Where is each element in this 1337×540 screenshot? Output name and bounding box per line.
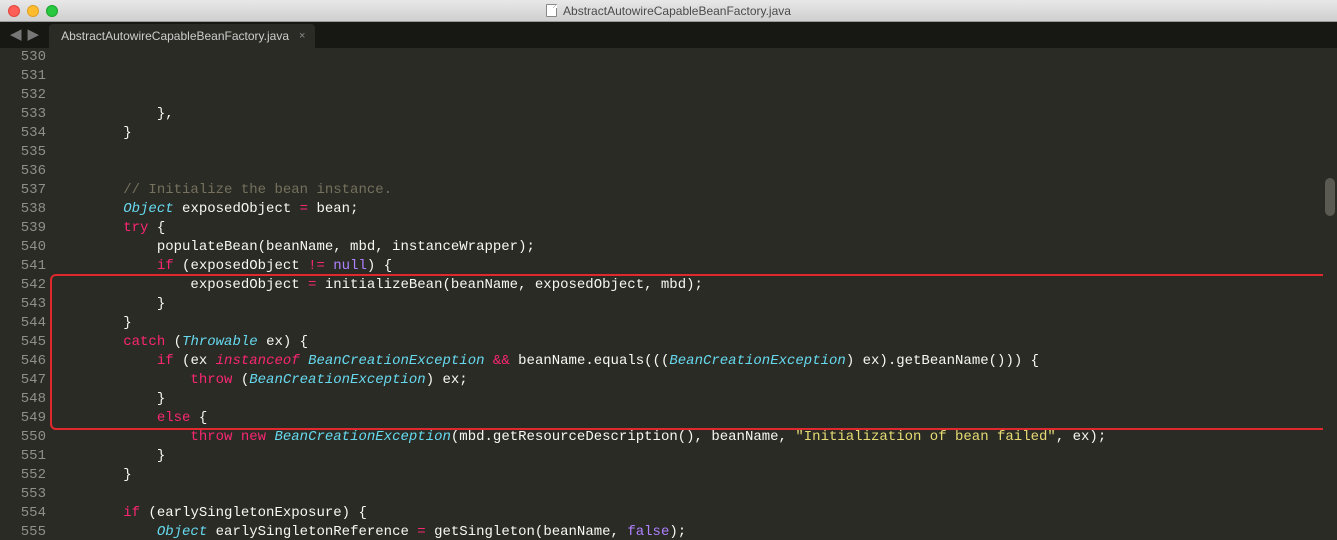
code-line[interactable] [56,485,1337,504]
line-number: 545 [0,333,46,352]
scrollbar-thumb[interactable] [1325,178,1335,216]
code-line[interactable]: } [56,390,1337,409]
code-line[interactable]: exposedObject = initializeBean(beanName,… [56,276,1337,295]
code-line[interactable]: if (ex instanceof BeanCreationException … [56,352,1337,371]
line-number: 544 [0,314,46,333]
line-number: 552 [0,466,46,485]
line-number: 542 [0,276,46,295]
line-number: 555 [0,523,46,540]
code-line[interactable]: // Initialize the bean instance. [56,181,1337,200]
code-line[interactable]: else { [56,409,1337,428]
line-number: 538 [0,200,46,219]
forward-button[interactable]: ▶ [28,25,40,44]
line-number: 537 [0,181,46,200]
code-line[interactable]: try { [56,219,1337,238]
code-line[interactable] [56,143,1337,162]
line-number: 547 [0,371,46,390]
code-line[interactable]: throw (BeanCreationException) ex; [56,371,1337,390]
line-number: 551 [0,447,46,466]
window-titlebar: AbstractAutowireCapableBeanFactory.java [0,0,1337,22]
window-title: AbstractAutowireCapableBeanFactory.java [0,4,1337,18]
tab-label: AbstractAutowireCapableBeanFactory.java [61,29,289,43]
window-title-text: AbstractAutowireCapableBeanFactory.java [563,4,791,18]
code-editor[interactable]: 5305315325335345355365375385395405415425… [0,48,1337,540]
code-line[interactable]: }, [56,105,1337,124]
line-number: 546 [0,352,46,371]
vertical-scrollbar[interactable] [1323,48,1337,540]
line-number: 549 [0,409,46,428]
line-number: 550 [0,428,46,447]
history-nav: ◀ ▶ [0,25,49,48]
line-number: 548 [0,390,46,409]
code-line[interactable]: } [56,295,1337,314]
code-line[interactable]: throw new BeanCreationException(mbd.getR… [56,428,1337,447]
file-icon [546,4,557,17]
close-tab-button[interactable]: × [299,30,305,42]
code-line[interactable]: catch (Throwable ex) { [56,333,1337,352]
code-line[interactable] [56,162,1337,181]
code-line[interactable]: if (exposedObject != null) { [56,257,1337,276]
code-line[interactable]: Object exposedObject = bean; [56,200,1337,219]
line-number: 540 [0,238,46,257]
line-number: 533 [0,105,46,124]
line-number: 553 [0,485,46,504]
line-number: 532 [0,86,46,105]
line-number: 531 [0,67,46,86]
line-number: 539 [0,219,46,238]
line-number: 530 [0,48,46,67]
line-number: 543 [0,295,46,314]
editor-tab[interactable]: AbstractAutowireCapableBeanFactory.java … [49,24,315,48]
code-line[interactable]: populateBean(beanName, mbd, instanceWrap… [56,238,1337,257]
line-number: 536 [0,162,46,181]
code-area[interactable]: }, } // Initialize the bean instance. Ob… [56,48,1337,540]
code-line[interactable]: } [56,124,1337,143]
code-line[interactable]: } [56,466,1337,485]
line-number: 541 [0,257,46,276]
line-number: 554 [0,504,46,523]
line-number: 534 [0,124,46,143]
back-button[interactable]: ◀ [10,25,22,44]
tab-bar: ◀ ▶ AbstractAutowireCapableBeanFactory.j… [0,22,1337,48]
code-line[interactable]: if (earlySingletonExposure) { [56,504,1337,523]
code-line[interactable]: } [56,314,1337,333]
code-line[interactable]: Object earlySingletonReference = getSing… [56,523,1337,540]
code-line[interactable]: } [56,447,1337,466]
line-number-gutter: 5305315325335345355365375385395405415425… [0,48,56,540]
line-number: 535 [0,143,46,162]
